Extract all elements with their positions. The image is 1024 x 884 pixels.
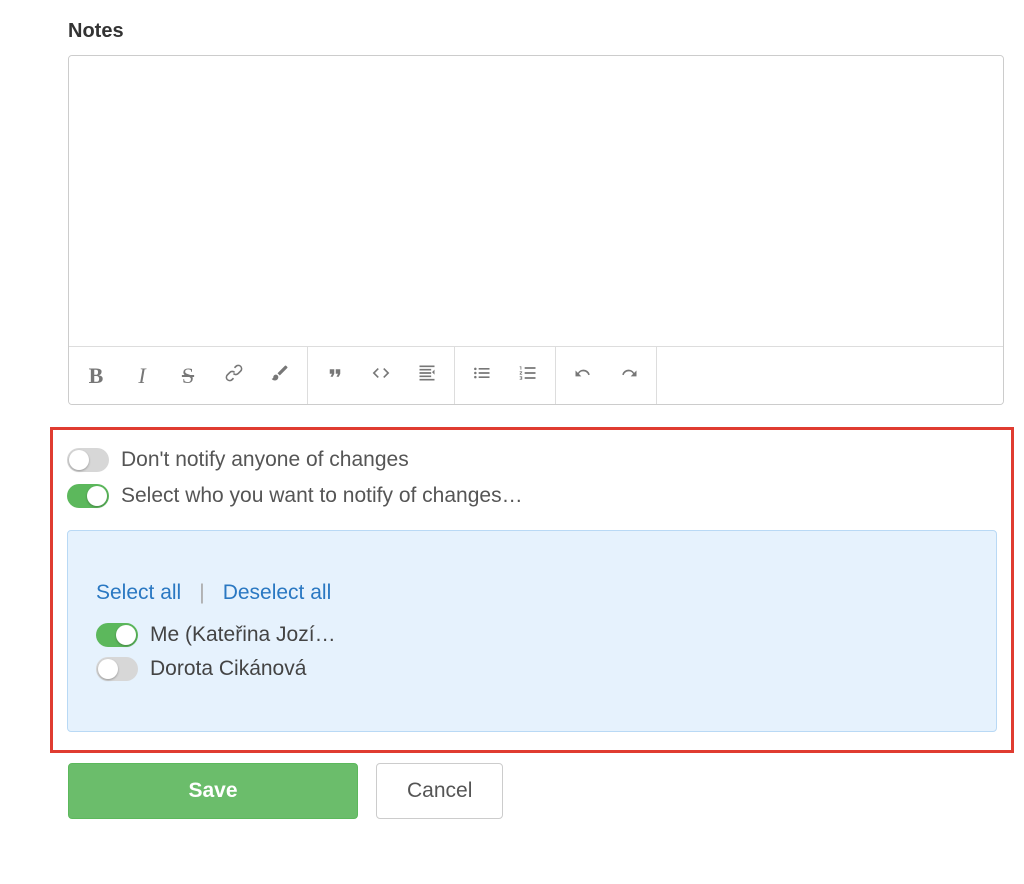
number-list-button[interactable]	[505, 347, 551, 404]
save-button[interactable]: Save	[68, 763, 358, 819]
toolbar-spacer	[657, 347, 1003, 404]
notes-textarea[interactable]	[69, 56, 1003, 346]
notify-person-row: Dorota Cikánová	[96, 657, 968, 681]
notes-label: Notes	[68, 20, 1004, 43]
select-who-toggle-row: Select who you want to notify of changes…	[67, 484, 997, 508]
person-label: Me (Kateřina Jozí…	[150, 623, 336, 647]
link-icon	[224, 363, 244, 388]
paint-button[interactable]	[257, 347, 303, 404]
undo-icon	[573, 363, 593, 388]
strike-button[interactable]: S	[165, 347, 211, 404]
separator: |	[199, 581, 204, 605]
person-label: Dorota Cikánová	[150, 657, 306, 681]
undo-button[interactable]	[560, 347, 606, 404]
form-container: Notes B I S	[20, 20, 1004, 819]
bullet-list-button[interactable]	[459, 347, 505, 404]
dont-notify-toggle-row: Don't notify anyone of changes	[67, 448, 997, 472]
select-all-link[interactable]: Select all	[96, 581, 181, 605]
select-who-label: Select who you want to notify of changes…	[121, 484, 523, 508]
code-button[interactable]	[358, 347, 404, 404]
outdent-button[interactable]	[404, 347, 450, 404]
select-links: Select all | Deselect all	[96, 581, 968, 605]
italic-button[interactable]: I	[119, 347, 165, 404]
notify-section: Don't notify anyone of changes Select wh…	[50, 427, 1014, 753]
strike-icon: S	[182, 363, 194, 389]
notes-editor: B I S	[68, 55, 1004, 405]
dont-notify-label: Don't notify anyone of changes	[121, 448, 409, 472]
toolbar-group-lists	[455, 347, 556, 404]
redo-icon	[619, 363, 639, 388]
person-toggle[interactable]	[96, 657, 138, 681]
cancel-button[interactable]: Cancel	[376, 763, 503, 819]
paint-icon	[270, 363, 290, 388]
deselect-all-link[interactable]: Deselect all	[223, 581, 332, 605]
select-who-toggle[interactable]	[67, 484, 109, 508]
outdent-icon	[417, 363, 437, 388]
bold-icon: B	[89, 363, 104, 389]
number-list-icon	[518, 363, 538, 388]
quote-button[interactable]	[312, 347, 358, 404]
toolbar-group-blocks	[308, 347, 455, 404]
quote-icon	[325, 364, 345, 387]
toggle-knob-icon	[87, 486, 107, 506]
link-button[interactable]	[211, 347, 257, 404]
toolbar-group-text: B I S	[69, 347, 308, 404]
toolbar-group-history	[556, 347, 657, 404]
italic-icon: I	[138, 363, 145, 389]
notify-panel: Select all | Deselect all Me (Kateřina J…	[67, 530, 997, 732]
code-icon	[371, 363, 391, 388]
toggle-knob-icon	[98, 659, 118, 679]
person-toggle[interactable]	[96, 623, 138, 647]
editor-toolbar: B I S	[69, 346, 1003, 404]
bold-button[interactable]: B	[73, 347, 119, 404]
toggle-knob-icon	[116, 625, 136, 645]
form-actions: Save Cancel	[68, 763, 1004, 819]
bullet-list-icon	[472, 363, 492, 388]
redo-button[interactable]	[606, 347, 652, 404]
notify-person-row: Me (Kateřina Jozí…	[96, 623, 968, 647]
dont-notify-toggle[interactable]	[67, 448, 109, 472]
toggle-knob-icon	[69, 450, 89, 470]
